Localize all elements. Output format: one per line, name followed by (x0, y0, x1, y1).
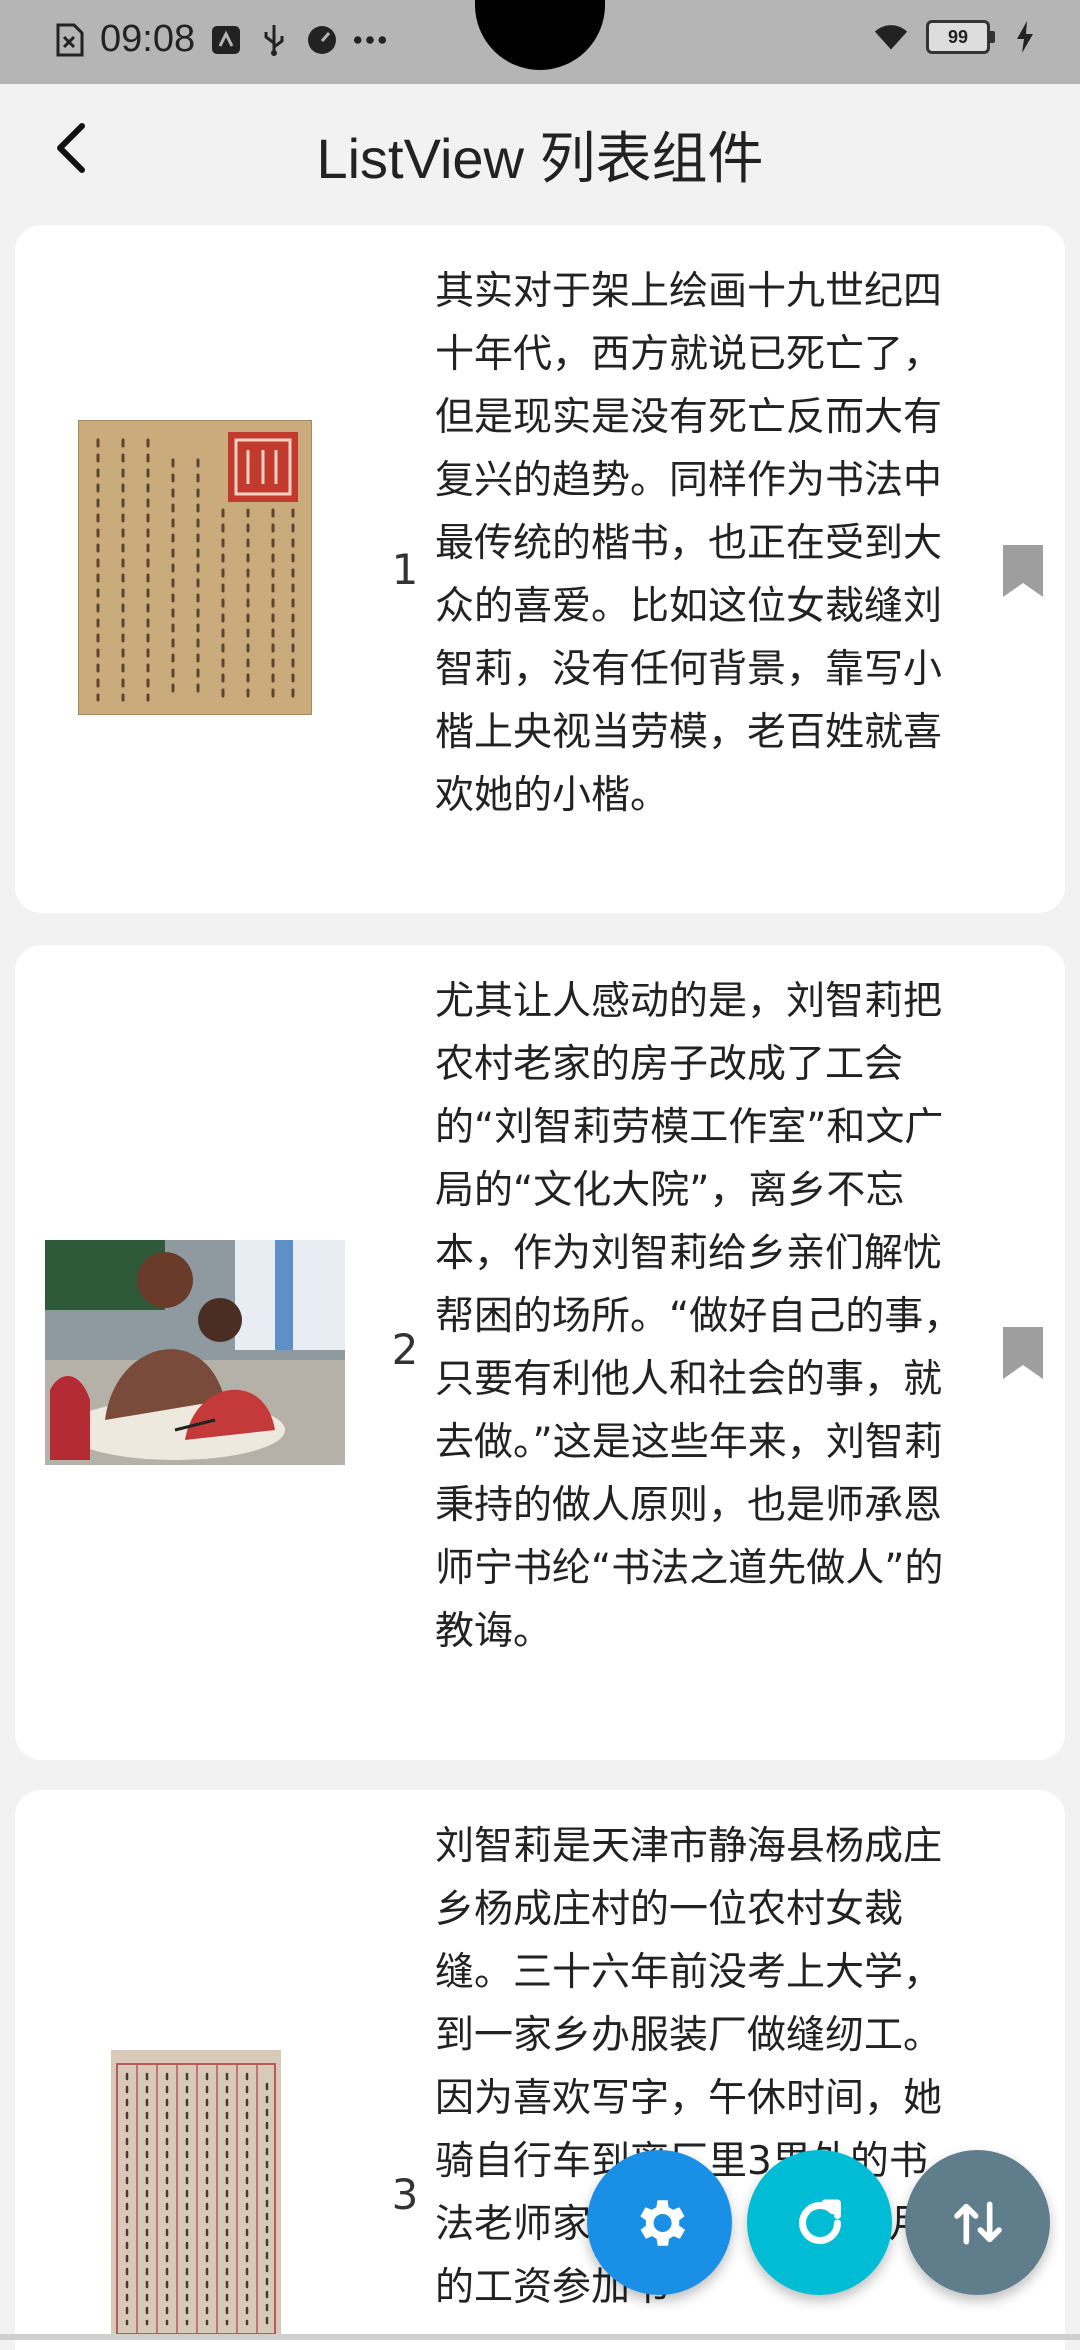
gear-icon (639, 2199, 685, 2246)
item-index: 2 (391, 1325, 419, 1374)
settings-fab[interactable] (587, 2150, 732, 2295)
usb-icon (257, 23, 291, 57)
list-item[interactable]: 1 其实对于架上绘画十九世纪四十年代，西方就说已死亡了，但是现实是没有死亡反而大… (15, 225, 1065, 913)
item-text: 其实对于架上绘画十九世纪四十年代，西方就说已死亡了，但是现实是没有死亡反而大有复… (435, 269, 943, 818)
bookmark-button[interactable] (1001, 543, 1045, 599)
bottom-edge (0, 2334, 1080, 2340)
charging-icon (1008, 20, 1042, 54)
app-bar: ListView 列表组件 (0, 84, 1080, 214)
status-time: 09:08 (100, 18, 196, 60)
refresh-icon (798, 2199, 841, 2244)
swap-vertical-icon (953, 2201, 1002, 2244)
battery-icon: 99 (926, 20, 995, 54)
item-image-manuscript (111, 2050, 281, 2340)
status-right: 99 (874, 20, 1042, 54)
speedometer-icon (305, 23, 339, 57)
wifi-icon (874, 20, 908, 54)
item-text: 尤其让人感动的是，刘智莉把农村老家的房子改成了工会的“刘智莉劳模工作室”和文广局… (435, 979, 963, 1654)
status-left: 09:08 (52, 18, 387, 61)
item-index: 1 (391, 545, 419, 594)
bookmark-button[interactable] (1001, 1325, 1045, 1381)
list-item[interactable]: 2 尤其让人感动的是，刘智莉把农村老家的房子改成了工会的“刘智莉劳模工作室”和文… (15, 945, 1065, 1760)
page-title: ListView 列表组件 (316, 127, 764, 190)
swap-fab[interactable] (905, 2150, 1050, 2295)
item-index: 3 (391, 2170, 419, 2219)
item-image-teaching-calligraphy (45, 1240, 345, 1465)
usb-debug-icon (209, 23, 243, 57)
refresh-fab[interactable] (747, 2150, 892, 2295)
bookmark-icon (1003, 545, 1043, 597)
bookmark-icon (1003, 1327, 1043, 1379)
more-icon (353, 23, 387, 57)
item-image-calligraphy-scroll (77, 419, 313, 716)
sim-off-icon (52, 23, 86, 57)
camera-notch (475, 0, 605, 70)
status-bar: 09:08 99 (0, 0, 1080, 84)
list-item[interactable]: 3 刘智莉是天津市静海县杨成庄乡杨成庄村的一位农村女裁缝。三十六年前没考上大学，… (15, 1790, 1065, 2350)
